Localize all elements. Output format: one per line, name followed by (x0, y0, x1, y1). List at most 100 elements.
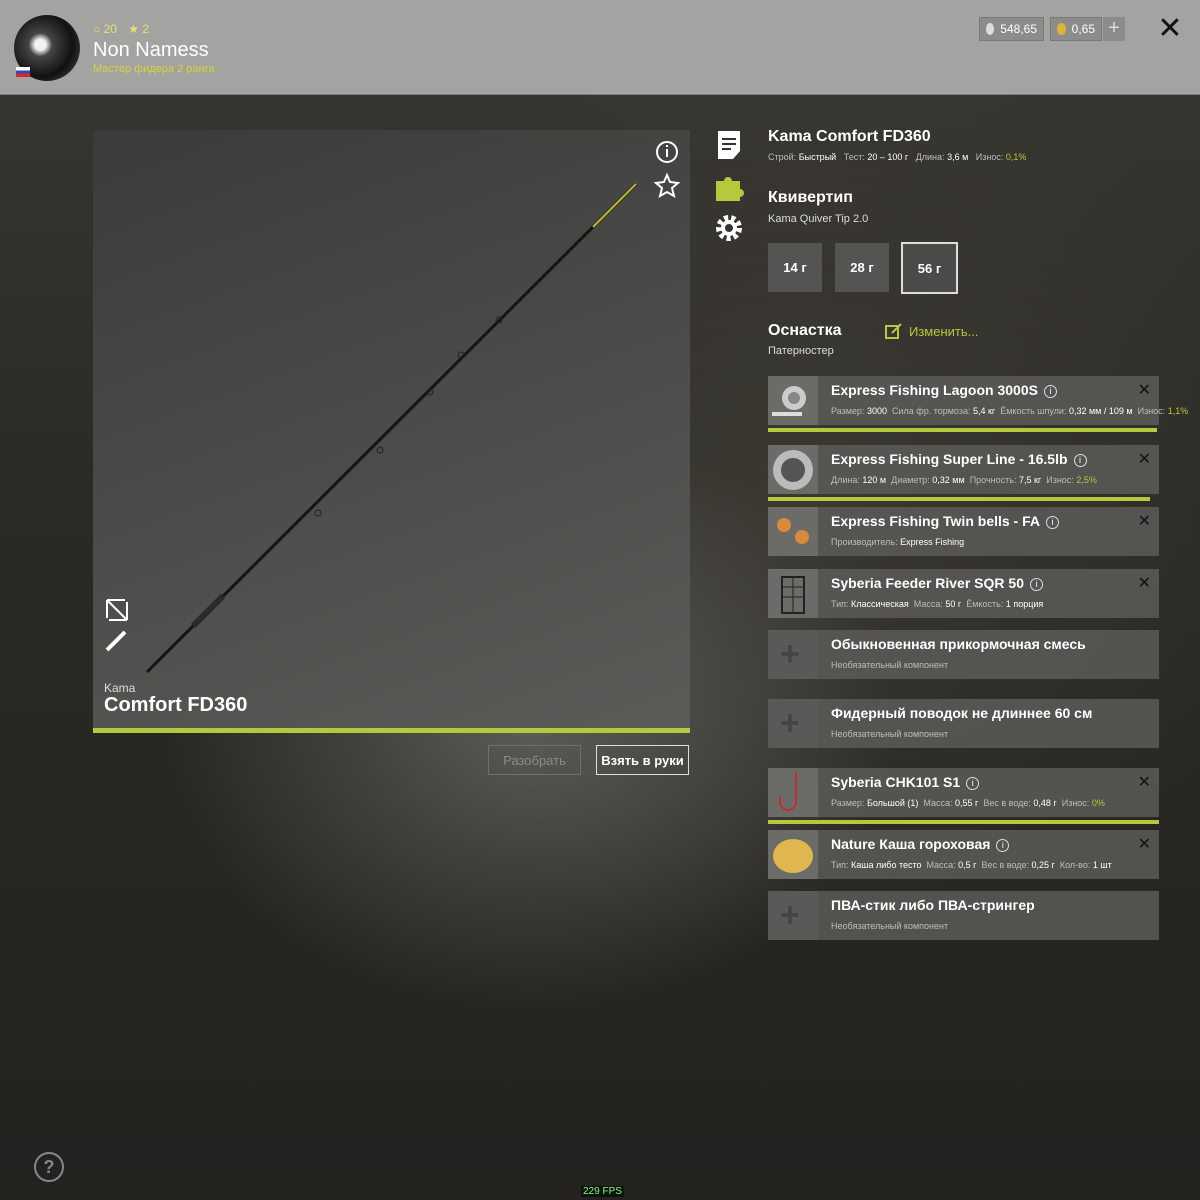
info-icon[interactable]: i (966, 777, 980, 790)
component-specs: Размер: Большой (1) Масса: 0,55 г Вес в … (831, 798, 1105, 808)
rod-specs: Строй: Быстрый Тест: 20 – 100 г Длина: 3… (768, 152, 1026, 162)
component-specs: Производитель: Express Fishing (831, 537, 965, 547)
bells-thumbnail (768, 507, 818, 556)
info-icon[interactable]: i (996, 839, 1010, 852)
rod-model: Comfort FD360 (104, 694, 248, 716)
expand-icon[interactable] (106, 599, 128, 621)
component-feeder[interactable]: Syberia Feeder River SQR 50 i Тип: Класси… (768, 569, 1159, 618)
component-specs: Тип: Классическая Масса: 50 г Ёмкость: 1… (831, 599, 1044, 609)
spec-action: Быстрый (798, 152, 837, 162)
edit-rig-button[interactable]: Изменить... (885, 323, 978, 339)
info-icon[interactable]: i (1073, 454, 1087, 467)
component-line[interactable]: Express Fishing Super Line - 16.5lb i Дли… (768, 445, 1159, 494)
fps-counter: 229 FPS (581, 1186, 624, 1197)
quivertip-option[interactable]: 28 г (835, 243, 889, 292)
rig-type: Патерностер (768, 345, 834, 357)
rod-brand: Kama (104, 681, 136, 695)
star-icon[interactable] (653, 172, 681, 199)
flag-icon (16, 67, 30, 77)
gold-coin-icon (1057, 23, 1066, 35)
spec-label: Тест: (843, 152, 865, 162)
rig-heading: Оснастка (768, 322, 842, 339)
gold-value: 0,65 (1071, 22, 1095, 36)
line-thumbnail (768, 445, 818, 494)
plus-icon: + (780, 635, 800, 673)
component-title: Syberia CHK101 S1 (831, 774, 961, 790)
component-slot-pva[interactable]: + ПВА-стик либо ПВА-стрингер Необязатель… (768, 891, 1159, 940)
help-icon[interactable]: ? (34, 1152, 64, 1182)
component-title: Фидерный поводок не длиннее 60 см (831, 705, 1093, 721)
empty-slot-thumbnail: + (768, 891, 818, 940)
quivertip-option[interactable]: 14 г (768, 243, 822, 292)
add-currency-button[interactable]: + (1103, 17, 1125, 41)
spec-length: 3,6 м (947, 152, 969, 162)
gold-balance: 0,65 (1050, 17, 1102, 41)
component-slot-leader[interactable]: + Фидерный поводок не длиннее 60 см Необ… (768, 699, 1159, 748)
silver-coin-icon (986, 23, 995, 35)
component-bait[interactable]: Nature Каша гороховая i Тип: Каша либо те… (768, 830, 1159, 879)
remove-icon[interactable]: ✕ (1138, 511, 1151, 531)
component-specs: Длина: 120 м Диаметр: 0,32 мм Прочность:… (831, 475, 1097, 485)
hook-durability-bar (768, 820, 1159, 824)
hook-thumbnail (768, 768, 818, 817)
coin-stat: ○ 20 (93, 22, 117, 36)
silver-balance: 548,65 (979, 17, 1044, 41)
reel-thumbnail (768, 376, 818, 425)
take-in-hands-button[interactable]: Взять в руки (596, 745, 689, 775)
spec-label: Длина: (915, 152, 945, 162)
quivertip-option-selected[interactable]: 56 г (901, 242, 958, 294)
remove-icon[interactable]: ✕ (1138, 772, 1151, 792)
spec-label: Износ: (975, 152, 1004, 162)
component-title: ПВА-стик либо ПВА-стрингер (831, 897, 1035, 913)
line-durability-bar (768, 497, 1150, 501)
pencil-icon[interactable] (105, 630, 127, 652)
component-title: Nature Каша гороховая (831, 836, 991, 852)
component-optional: Необязательный компонент (831, 921, 949, 931)
spec-test: 20 – 100 г (867, 152, 909, 162)
empty-slot-thumbnail: + (768, 630, 818, 679)
component-bells[interactable]: Express Fishing Twin bells - FA i Произво… (768, 507, 1159, 556)
component-title: Express Fishing Super Line - 16.5lb (831, 451, 1068, 467)
puzzle-icon[interactable] (714, 172, 744, 202)
component-specs: Тип: Каша либо тесто Масса: 0,5 г Вес в … (831, 860, 1112, 870)
coin-count: 20 (103, 22, 117, 36)
reel-durability-bar (768, 428, 1157, 432)
remove-icon[interactable]: ✕ (1138, 573, 1151, 593)
info-icon[interactable]: i (1043, 385, 1057, 398)
star-count: 2 (142, 22, 150, 36)
rod-image (105, 141, 681, 674)
component-reel[interactable]: Express Fishing Lagoon 3000S i Размер: 30… (768, 376, 1188, 425)
spec-label: Строй: (768, 152, 797, 162)
empty-slot-thumbnail: + (768, 699, 818, 748)
gear-icon[interactable] (714, 213, 744, 243)
component-title: Express Fishing Lagoon 3000S (831, 382, 1038, 398)
info-icon[interactable]: i (1046, 516, 1060, 529)
component-optional: Необязательный компонент (831, 729, 949, 739)
plus-icon: + (780, 704, 800, 742)
disassemble-button[interactable]: Разобрать (488, 745, 581, 775)
component-title: Обыкновенная прикормочная смесь (831, 636, 1086, 652)
document-icon[interactable] (714, 130, 744, 160)
plus-icon: + (780, 896, 800, 934)
component-slot-groundbait[interactable]: + Обыкновенная прикормочная смесь Необяз… (768, 630, 1159, 679)
info-icon[interactable]: i (1030, 578, 1043, 591)
info-icon[interactable] (656, 141, 678, 163)
close-icon[interactable]: ✕ (1155, 14, 1185, 44)
component-specs: Размер: 3000 Сила фр. тормоза: 5,4 кг Ём… (831, 406, 1189, 416)
component-title: Syberia Feeder River SQR 50 (831, 575, 1024, 591)
edit-rig-label: Изменить... (909, 323, 979, 339)
edit-icon (885, 323, 902, 339)
player-stats: ○ 20 ★ 2 (93, 22, 157, 36)
component-title: Express Fishing Twin bells - FA (831, 513, 1041, 529)
component-optional: Необязательный компонент (831, 660, 949, 670)
username: Non Namess (93, 39, 209, 61)
spec-wear: 0,1% (1005, 152, 1027, 162)
component-hook[interactable]: Syberia CHK101 S1 i Размер: Большой (1) М… (768, 768, 1159, 817)
feeder-thumbnail (768, 569, 818, 618)
player-rank: Мастер фидера 2 ранга (93, 63, 215, 75)
remove-icon[interactable]: ✕ (1138, 834, 1151, 854)
remove-icon[interactable]: ✕ (1138, 380, 1151, 400)
rod-title: Kama Comfort FD360 (768, 128, 931, 145)
bait-thumbnail (768, 830, 818, 879)
remove-icon[interactable]: ✕ (1138, 449, 1151, 469)
